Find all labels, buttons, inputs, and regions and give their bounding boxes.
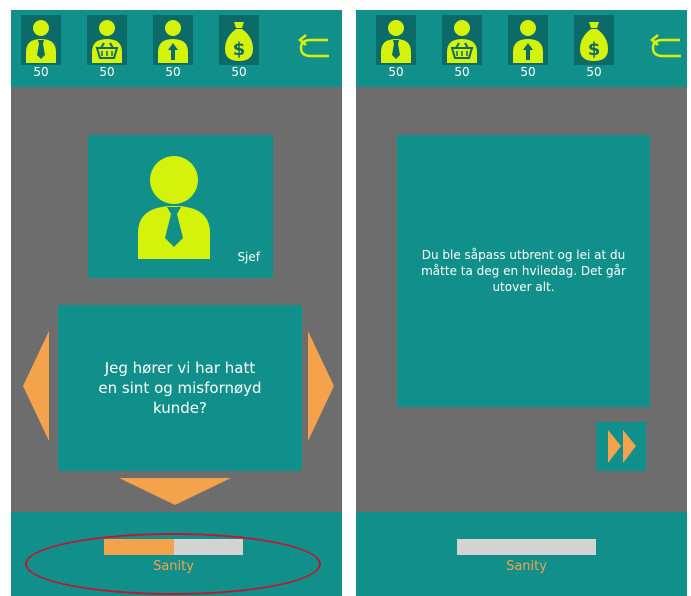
money-bag-icon: $ [574, 15, 614, 65]
sanity-label: Sanity [506, 559, 547, 574]
stat-money-value: 50 [586, 65, 602, 79]
stat-colleague: 50 [153, 15, 193, 79]
next-button[interactable] [596, 422, 646, 471]
stat-boss-value: 50 [33, 65, 49, 79]
highlight-ellipse [25, 533, 321, 595]
stat-customer: 50 [442, 15, 482, 79]
stat-money-value: 50 [231, 65, 247, 79]
swipe-down-arrow[interactable] [119, 478, 231, 505]
boss-icon [21, 15, 61, 65]
swipe-right-arrow[interactable] [307, 331, 334, 441]
stats-bar: 50 50 50 $ 50 [11, 10, 342, 87]
stat-customer: 50 [87, 15, 127, 79]
game-screen-left: 50 50 50 $ 50 Sjef Jeg hører vi har hatt… [11, 10, 342, 596]
svg-text:$: $ [588, 39, 601, 60]
dialog-text: Jeg hører vi har hatt en sint og misforn… [98, 359, 262, 417]
colleague-icon [153, 15, 193, 65]
sanity-meter [457, 539, 596, 555]
stat-colleague-value: 50 [520, 65, 536, 79]
back-button[interactable] [297, 34, 331, 58]
stat-money: $ 50 [219, 15, 259, 79]
customer-icon [442, 15, 482, 65]
stats-bar: 50 50 50 $ 50 [356, 10, 687, 87]
stat-colleague-value: 50 [165, 65, 181, 79]
undo-arrow-icon [298, 34, 329, 58]
stat-boss: 50 [21, 15, 61, 79]
sanity-bar-panel: Sanity [11, 512, 342, 596]
stat-money: $ 50 [574, 15, 614, 79]
customer-icon [87, 15, 127, 65]
undo-arrow-icon [650, 34, 681, 58]
event-box: Du ble såpass utbrent og lei at du måtte… [397, 135, 650, 407]
game-screen-right: 50 50 50 $ 50 Du ble såpass utbrent og l… [356, 10, 687, 596]
fast-forward-icon [608, 430, 636, 463]
money-bag-icon: $ [219, 15, 259, 65]
colleague-icon [508, 15, 548, 65]
character-portrait: Sjef [88, 135, 273, 278]
event-text: Du ble såpass utbrent og lei at du måtte… [421, 248, 626, 294]
stat-customer-value: 50 [99, 65, 115, 79]
svg-text:$: $ [233, 39, 246, 60]
swipe-left-arrow[interactable] [23, 331, 50, 441]
boss-icon [376, 15, 416, 65]
stat-colleague: 50 [508, 15, 548, 79]
sanity-bar-panel: Sanity [356, 512, 687, 596]
back-button[interactable] [649, 34, 683, 58]
stat-boss-value: 50 [388, 65, 404, 79]
stat-customer-value: 50 [454, 65, 470, 79]
stat-boss: 50 [376, 15, 416, 79]
speaker-name: Sjef [237, 250, 260, 264]
dialog-box: Jeg hører vi har hatt en sint og misforn… [58, 305, 302, 471]
